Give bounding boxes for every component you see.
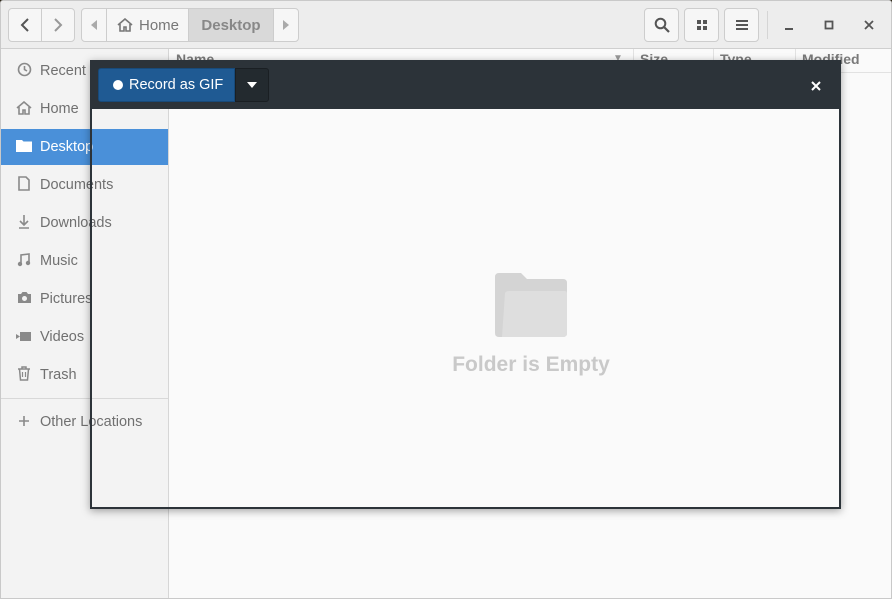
sidebar-item-label: Recent xyxy=(40,63,86,79)
music-icon xyxy=(15,252,33,270)
sidebar-item-label: Videos xyxy=(40,329,85,345)
maximize-button[interactable] xyxy=(814,8,844,42)
peek-toolbar: Record as GIF xyxy=(92,62,839,109)
breadcrumb-scroll-left[interactable] xyxy=(81,8,107,42)
search-button[interactable] xyxy=(644,8,679,42)
record-dot-icon xyxy=(113,80,123,90)
caret-down-icon xyxy=(247,82,257,88)
header-bar: Home Desktop xyxy=(1,1,891,49)
record-button-label: Record as GIF xyxy=(129,77,224,93)
minimize-icon xyxy=(785,28,793,30)
home-icon xyxy=(117,18,133,32)
breadcrumb-desktop-label: Desktop xyxy=(201,16,261,34)
record-button[interactable]: Record as GIF xyxy=(98,68,235,102)
minimize-button[interactable] xyxy=(774,8,804,42)
sidebar-item-label: Trash xyxy=(40,367,77,383)
hamburger-menu-icon xyxy=(735,20,748,30)
caret-right-icon xyxy=(283,20,289,30)
breadcrumb-scroll-right[interactable] xyxy=(273,8,299,42)
menu-button[interactable] xyxy=(724,8,759,42)
grid-view-icon xyxy=(696,20,707,30)
breadcrumb-desktop[interactable]: Desktop xyxy=(188,8,274,42)
maximize-icon xyxy=(824,20,834,30)
close-window-button[interactable] xyxy=(854,8,884,42)
sidebar-item-label: Pictures xyxy=(40,291,93,307)
home-icon xyxy=(15,100,33,118)
format-dropdown-button[interactable] xyxy=(235,68,269,102)
sidebar-item-label: Music xyxy=(40,253,78,269)
plus-icon xyxy=(15,414,33,430)
close-icon xyxy=(864,20,874,30)
close-icon xyxy=(811,81,821,91)
sidebar-item-label: Home xyxy=(40,101,79,117)
breadcrumb-home[interactable]: Home xyxy=(106,8,189,42)
back-button[interactable] xyxy=(8,8,42,42)
breadcrumb-home-label: Home xyxy=(139,16,180,34)
video-icon xyxy=(15,329,33,345)
caret-left-icon xyxy=(91,20,97,30)
peek-recorder-window: Record as GIF xyxy=(90,60,841,509)
chevron-right-icon xyxy=(54,18,63,32)
folder-icon xyxy=(15,139,33,155)
clock-icon xyxy=(15,62,33,80)
forward-button[interactable] xyxy=(41,8,75,42)
camera-icon xyxy=(15,291,33,307)
view-toggle-button[interactable] xyxy=(684,8,719,42)
search-icon xyxy=(654,17,670,33)
trash-icon xyxy=(15,366,33,384)
download-icon xyxy=(15,214,33,232)
chevron-left-icon xyxy=(20,18,29,32)
document-icon xyxy=(15,176,33,194)
sidebar-item-label: Desktop xyxy=(40,139,94,155)
peek-close-button[interactable] xyxy=(804,74,828,98)
header-separator xyxy=(767,11,768,39)
